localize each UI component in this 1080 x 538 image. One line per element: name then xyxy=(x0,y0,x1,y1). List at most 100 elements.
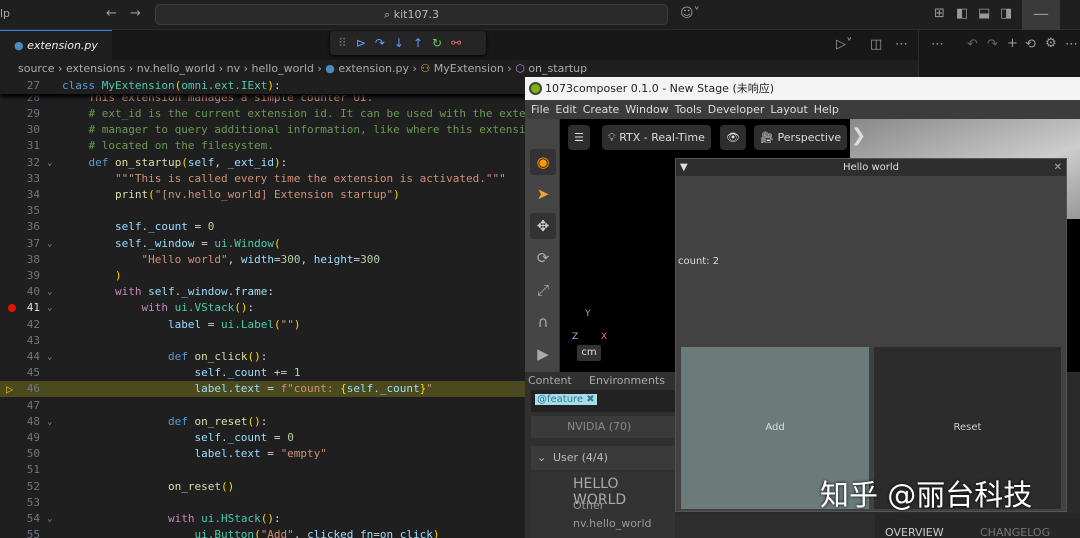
code-line[interactable]: 29 # ext_id is the current extension id.… xyxy=(0,106,525,122)
code-line[interactable]: 33 """This is called every time the exte… xyxy=(0,171,525,187)
remove-tag-icon[interactable]: ✖ xyxy=(586,394,594,405)
code-line[interactable]: 50 label.text = "empty" xyxy=(0,446,525,462)
restart-icon[interactable]: ↻ xyxy=(432,36,442,50)
menu-help-fragment[interactable]: lp xyxy=(0,7,10,20)
toggle-panel-icon[interactable]: ⬓ xyxy=(978,6,990,21)
code-line[interactable]: 35 xyxy=(0,203,525,219)
select-arrow-icon[interactable]: ➤ xyxy=(530,181,556,207)
add-icon[interactable]: + xyxy=(1007,36,1018,51)
nvidia-group[interactable]: NVIDIA (70) xyxy=(531,416,675,438)
toggle-sidebar-icon[interactable]: ◧ xyxy=(956,6,968,21)
code-line[interactable]: 45 self._count += 1 xyxy=(0,365,525,381)
minimize-button[interactable]: — xyxy=(1022,0,1060,30)
code-line[interactable]: 48⌄ def on_reset(): xyxy=(0,414,525,430)
breadcrumb-item[interactable]: hello_world xyxy=(252,62,314,75)
camera-button[interactable]: 🎥︎ Perspective xyxy=(754,125,847,150)
menu-file[interactable]: File xyxy=(531,100,549,119)
move-icon[interactable]: ✥ xyxy=(530,213,556,239)
continue-icon[interactable]: ⊳ xyxy=(356,36,366,50)
breadcrumb-item[interactable]: extensions xyxy=(66,62,125,75)
history-icon[interactable]: ⟲ xyxy=(1025,37,1036,52)
chevron-right-icon[interactable]: ❯ xyxy=(851,125,866,146)
step-out-icon[interactable]: ↑ xyxy=(413,36,423,50)
code-line[interactable]: 55 ui.Button("Add", clicked_fn=on_click) xyxy=(0,527,525,538)
disconnect-icon[interactable]: ⚯ xyxy=(451,36,461,50)
tab-content[interactable]: Content xyxy=(528,374,572,387)
split-editor-icon[interactable]: ◫ xyxy=(870,37,882,52)
drag-handle-icon[interactable]: ⠿ xyxy=(338,36,347,50)
customize-layout-icon[interactable]: ⊞ xyxy=(934,6,945,21)
tab-changelog[interactable]: CHANGELOG xyxy=(980,526,1050,538)
more-actions-icon[interactable]: ⋯ xyxy=(895,37,908,52)
user-group[interactable]: ⌄User (4/4) xyxy=(531,446,675,470)
code-line[interactable]: 47 xyxy=(0,398,525,414)
filter-tag[interactable]: @feature ✖ xyxy=(535,394,597,405)
breadcrumb-item[interactable]: extension.py xyxy=(338,62,409,75)
breadcrumb-item[interactable]: source xyxy=(18,62,55,75)
menu-help[interactable]: Help xyxy=(814,100,839,119)
fold-chevron-icon[interactable]: ⌄ xyxy=(47,236,52,252)
code-line[interactable]: 32⌄ def on_startup(self, _ext_id): xyxy=(0,155,525,171)
step-into-icon[interactable]: ↓ xyxy=(394,36,404,50)
code-line[interactable]: 39 ) xyxy=(0,268,525,284)
filter-input[interactable]: @feature ✖ xyxy=(531,390,675,412)
viewport-settings-icon[interactable]: ☰ xyxy=(568,125,590,150)
more-icon-2[interactable]: ⋯ xyxy=(1065,37,1078,52)
command-center-search[interactable]: ⌕ kit107.3 xyxy=(155,4,668,25)
redo-icon[interactable]: ↷ xyxy=(987,37,998,52)
rotate-icon[interactable]: ⟳ xyxy=(530,245,556,271)
code-line[interactable]: 52 on_reset() xyxy=(0,479,525,495)
gear-icon[interactable]: ⚙ xyxy=(1045,36,1057,51)
code-line[interactable]: 40⌄ with self._window.frame: xyxy=(0,284,525,300)
visibility-eye-icon[interactable]: 👁︎ xyxy=(720,125,746,150)
fold-chevron-icon[interactable]: ⌄ xyxy=(47,300,52,316)
code-line[interactable]: 27class MyExtension(omni.ext.IExt): xyxy=(0,78,525,94)
code-line[interactable]: 54⌄ with ui.HStack(): xyxy=(0,511,525,527)
breadcrumb-item[interactable]: MyExtension xyxy=(434,62,504,75)
menu-window[interactable]: Window xyxy=(625,100,668,119)
tab-overview[interactable]: OVERVIEW xyxy=(885,526,944,538)
fold-chevron-icon[interactable]: ⌄ xyxy=(47,284,52,300)
toggle-secondary-sidebar-icon[interactable]: ◨ xyxy=(1000,6,1012,21)
breadcrumb-item[interactable]: nv xyxy=(227,62,240,75)
play-icon[interactable]: ▶ xyxy=(530,341,556,367)
menu-layout[interactable]: Layout xyxy=(770,100,807,119)
code-line[interactable]: 31 # located on the filesystem. xyxy=(0,138,525,154)
step-over-icon[interactable]: ↷ xyxy=(375,36,385,50)
fold-chevron-icon[interactable]: ⌄ xyxy=(47,511,52,527)
extension-list-item[interactable]: HELLO WORLD Other nv.hello_world xyxy=(531,472,675,538)
fold-chevron-icon[interactable]: ⌄ xyxy=(47,155,52,171)
units-badge[interactable]: cm xyxy=(577,345,601,361)
fold-chevron-icon[interactable]: ⌄ xyxy=(47,349,52,365)
undo-icon[interactable]: ↶ xyxy=(967,37,978,52)
forward-icon[interactable]: → xyxy=(130,6,141,21)
close-icon[interactable]: ✕ xyxy=(1054,159,1062,176)
menu-developer[interactable]: Developer xyxy=(708,100,765,119)
code-editor[interactable]: 27class MyExtension(omni.ext.IExt):28 Th… xyxy=(0,78,525,538)
code-line[interactable]: 53 xyxy=(0,495,525,511)
back-icon[interactable]: ← xyxy=(106,6,117,21)
code-line[interactable]: 46▷ label.text = f"count: {self._count}" xyxy=(0,381,525,397)
fold-chevron-icon[interactable]: ⌄ xyxy=(47,414,52,430)
menu-tools[interactable]: Tools xyxy=(675,100,702,119)
select-mode-icon[interactable]: ◉ xyxy=(530,149,556,175)
code-line[interactable]: 30 # manager to query additional informa… xyxy=(0,122,525,138)
breadcrumb-item[interactable]: nv.hello_world xyxy=(137,62,216,75)
tab-extension-py[interactable]: ● extension.py ✕ xyxy=(0,30,112,60)
code-line[interactable]: 36 self._count = 0 xyxy=(0,219,525,235)
more-icon[interactable]: ⋯ xyxy=(931,37,944,52)
run-icon[interactable]: ▷˅ xyxy=(836,37,853,52)
code-line[interactable]: 42 label = ui.Label("") xyxy=(0,317,525,333)
code-line[interactable]: 38 "Hello world", width=300, height=300 xyxy=(0,252,525,268)
copilot-icon[interactable]: ☺˅ xyxy=(680,6,700,21)
snap-magnet-icon[interactable]: ∩ xyxy=(530,309,556,335)
code-line[interactable]: 51 xyxy=(0,462,525,478)
code-line[interactable]: 44⌄ def on_click(): xyxy=(0,349,525,365)
code-line[interactable]: 34 print("[nv.hello_world] Extension sta… xyxy=(0,187,525,203)
tab-environments[interactable]: Environments xyxy=(589,374,665,387)
code-line[interactable]: 41⌄ with ui.VStack(): xyxy=(0,300,525,316)
code-line[interactable]: 43 xyxy=(0,333,525,349)
code-line[interactable]: 37⌄ self._window = ui.Window( xyxy=(0,236,525,252)
code-line[interactable]: 49 self._count = 0 xyxy=(0,430,525,446)
menu-edit[interactable]: Edit xyxy=(555,100,576,119)
